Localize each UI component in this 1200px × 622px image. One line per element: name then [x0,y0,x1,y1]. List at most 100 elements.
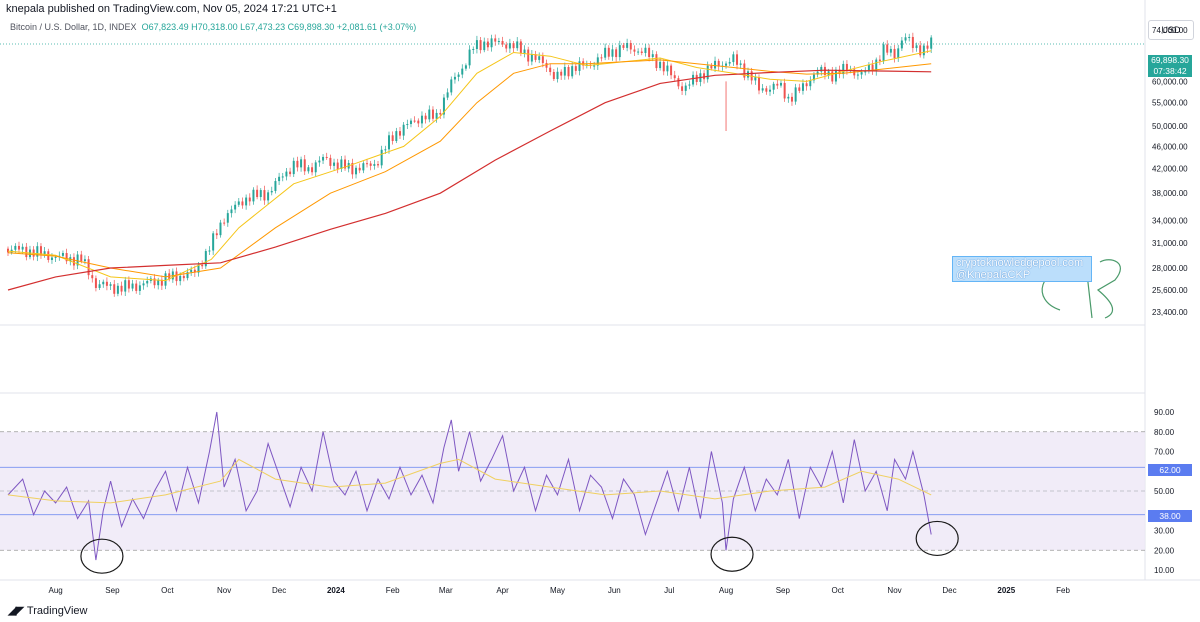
chart-canvas[interactable]: 74,000.0064,000.0060,000.0055,000.0050,0… [0,0,1200,622]
candle-body [607,47,610,57]
candle-body [560,71,563,76]
candle-body [758,77,761,91]
candle-body [366,163,369,165]
watermark-line1: cryptoknowledgepool.com [956,257,1084,269]
x-axis-label: Oct [832,586,845,595]
candle-body [7,248,9,253]
price-axis-label: 42,000.00 [1152,165,1188,174]
candle-body [860,72,863,75]
last-price-tag: 69,898.30 07:38:42 [1148,55,1192,77]
candle-body [508,43,511,49]
candle-body [241,201,244,206]
candle-body [296,160,299,168]
candle-body [501,41,504,45]
price-axis-label: 28,000.00 [1152,264,1188,273]
price-axis-label: 50,000.00 [1152,122,1188,131]
price-axis-label: 55,000.00 [1152,99,1188,108]
candle-body [289,171,292,175]
candle-body [604,47,607,58]
candle-body [761,88,764,91]
candle-body [116,285,119,294]
candle-body [831,71,834,82]
candle-body [124,280,127,292]
x-axis-label: Jul [664,586,674,595]
candle-body [259,190,262,198]
candle-body [494,38,497,42]
candle-body [611,49,614,57]
candle-body [267,192,270,201]
x-axis-label: Feb [386,586,400,595]
candle-body [406,124,409,126]
candle-body [648,47,651,57]
candle-body [882,44,885,62]
candle-body [732,54,735,63]
candle-body [252,189,255,202]
candle-body [926,45,929,49]
candle-body [622,45,625,48]
candle-body [212,233,215,251]
candle-body [673,75,676,79]
candle-body [424,115,427,120]
candle-body [505,44,508,49]
candle-body [541,56,544,63]
candle-body [911,36,914,49]
candle-body [83,259,86,262]
candle-body [325,156,328,158]
candle-body [655,54,658,69]
price-axis-label: 38,000.00 [1152,189,1188,198]
candle-body [930,37,933,49]
candle-body [223,222,226,224]
candle-body [303,159,306,172]
candle-body [457,74,460,77]
candle-body [889,48,892,53]
candle-body [102,281,105,285]
candle-body [878,59,881,62]
candle-body [72,257,75,266]
candle-body [805,83,808,87]
candle-body [120,285,123,292]
x-axis-label: Apr [496,586,509,595]
x-axis-label: Aug [719,586,733,595]
candle-body [285,171,288,177]
candle-body [629,42,632,50]
candle-body [333,162,336,166]
candle-body [512,43,515,49]
tradingview-logo[interactable]: ◢◤ TradingView [8,604,87,618]
candle-body [783,82,786,99]
candle-body [369,163,372,166]
candle-body [516,41,519,49]
tradingview-logo-icon: ◢◤ [8,605,24,617]
candle-body [80,254,83,262]
candle-body [677,78,680,87]
candle-body [464,65,467,69]
x-axis-label: Dec [272,586,286,595]
x-axis-label: Dec [942,586,956,595]
candle-body [798,87,801,91]
candle-body [50,257,53,260]
candle-body [263,190,266,201]
x-axis-label: 2024 [327,586,345,595]
candle-body [435,112,438,119]
candle-body [94,278,97,288]
candle-body [135,283,138,291]
ema-fast-line [7,50,932,282]
candle-body [486,41,489,48]
candle-body [395,131,398,142]
price-axis-label: 46,000.00 [1152,142,1188,151]
candle-body [428,109,431,120]
candle-body [684,85,687,91]
price-axis-label: 60,000.00 [1152,77,1188,86]
candle-body [919,45,922,56]
candle-body [307,167,310,172]
candle-body [908,36,911,38]
rsi-axis-label: 10.00 [1154,566,1175,575]
candle-body [739,63,742,65]
candle-body [336,162,339,169]
candle-body [25,246,28,258]
candle-body [373,164,376,166]
candle-body [754,77,757,81]
candle-body [633,49,636,52]
candle-body [886,44,889,53]
candle-body [311,167,314,173]
x-axis-label: Oct [161,586,174,595]
